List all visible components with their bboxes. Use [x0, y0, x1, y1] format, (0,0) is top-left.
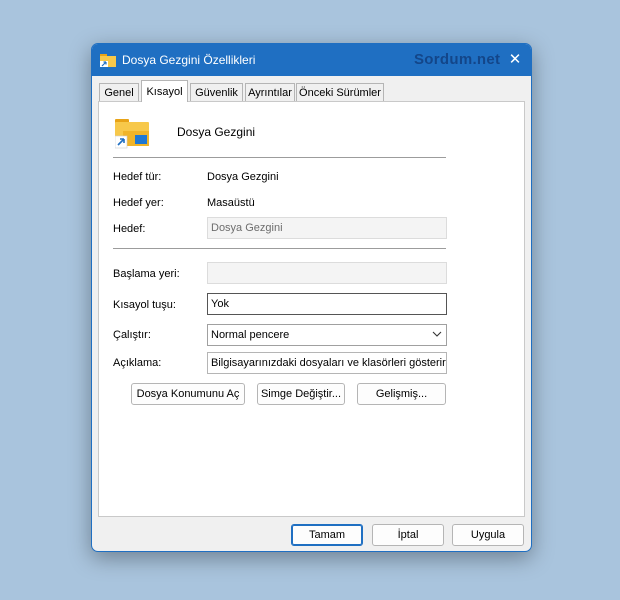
cancel-button[interactable]: İptal	[372, 524, 444, 546]
tab-kisayol[interactable]: Kısayol	[141, 80, 188, 102]
target-label: Hedef:	[113, 223, 146, 235]
shortcut-panel: Dosya Gezgini Hedef tür: Dosya Gezgini H…	[98, 101, 525, 517]
shortcut-key-label: Kısayol tuşu:	[113, 299, 176, 311]
tab-onceki-surumler[interactable]: Önceki Sürümler	[296, 83, 384, 101]
ok-button[interactable]: Tamam	[291, 524, 363, 546]
properties-dialog: Dosya Gezgini Özellikleri Sordum.net ✕ G…	[91, 43, 532, 552]
divider	[113, 157, 446, 158]
tab-guvenlik[interactable]: Güvenlik	[190, 83, 243, 101]
close-button[interactable]: ✕	[499, 44, 531, 76]
apply-button[interactable]: Uygula	[452, 524, 524, 546]
window-title: Dosya Gezgini Özellikleri	[122, 53, 256, 67]
shortcut-key-field[interactable]: Yok	[207, 293, 447, 315]
target-location-value: Masaüstü	[207, 197, 255, 209]
watermark: Sordum.net	[414, 51, 501, 68]
target-type-label: Hedef tür:	[113, 171, 162, 183]
divider	[113, 248, 446, 249]
open-file-location-button[interactable]: Dosya Konumunu Aç	[131, 383, 245, 405]
tab-genel[interactable]: Genel	[99, 83, 139, 101]
folder-icon	[100, 54, 116, 67]
close-icon: ✕	[508, 51, 522, 68]
title-bar[interactable]: Dosya Gezgini Özellikleri Sordum.net ✕	[92, 44, 531, 76]
start-in-label: Başlama yeri:	[113, 268, 180, 280]
advanced-button[interactable]: Gelişmiş...	[357, 383, 446, 405]
comment-label: Açıklama:	[113, 357, 162, 369]
run-label: Çalıştır:	[113, 329, 151, 341]
tab-ayrintilar[interactable]: Ayrıntılar	[245, 83, 295, 101]
folder-shortcut-icon	[115, 119, 149, 149]
change-icon-button[interactable]: Simge Değiştir...	[257, 383, 345, 405]
target-type-value: Dosya Gezgini	[207, 171, 279, 183]
shortcut-name: Dosya Gezgini	[177, 125, 256, 139]
start-in-field[interactable]	[207, 262, 447, 284]
chevron-down-icon	[432, 331, 442, 337]
target-field[interactable]: Dosya Gezgini	[207, 217, 447, 239]
run-select[interactable]: Normal pencere	[207, 324, 447, 346]
target-location-label: Hedef yer:	[113, 197, 164, 209]
comment-field[interactable]: Bilgisayarınızdaki dosyaları ve klasörle…	[207, 352, 447, 374]
